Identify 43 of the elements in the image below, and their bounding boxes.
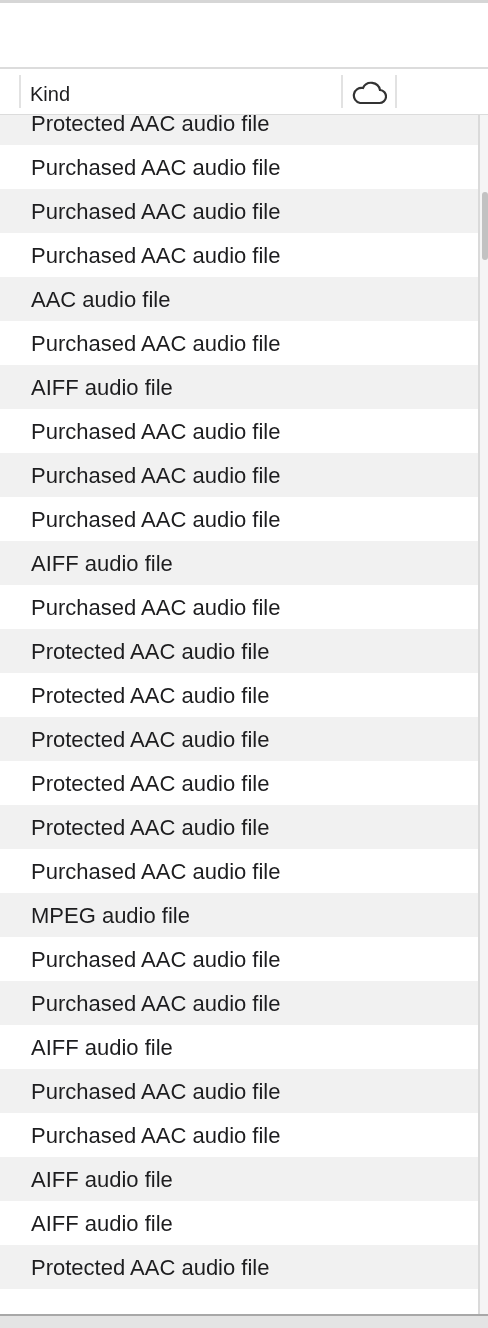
kind-cell-text: AIFF audio file — [31, 1033, 173, 1062]
kind-cell-text: Protected AAC audio file — [31, 769, 270, 798]
kind-cell-text: AIFF audio file — [31, 1165, 173, 1194]
kind-cell-text: Purchased AAC audio file — [31, 1121, 281, 1150]
table-row[interactable]: AIFF audio file — [0, 365, 478, 409]
table-row[interactable]: AIFF audio file — [0, 541, 478, 585]
kind-cell-text: Protected AAC audio file — [31, 681, 270, 710]
table-row[interactable]: Protected AAC audio file — [0, 115, 478, 145]
table-row[interactable]: Purchased AAC audio file — [0, 1069, 478, 1113]
table-row[interactable]: AAC audio file — [0, 277, 478, 321]
kind-cell-text: Protected AAC audio file — [31, 725, 270, 754]
kind-cell-text: Purchased AAC audio file — [31, 857, 281, 886]
kind-cell-text: AIFF audio file — [31, 373, 173, 402]
kind-cell-text: Protected AAC audio file — [31, 1253, 270, 1282]
table-row[interactable]: AIFF audio file — [0, 1157, 478, 1201]
table-row[interactable]: MPEG audio file — [0, 893, 478, 937]
table-row[interactable]: Protected AAC audio file — [0, 1245, 478, 1289]
table-row[interactable]: Protected AAC audio file — [0, 629, 478, 673]
kind-cell-text: Protected AAC audio file — [31, 637, 270, 666]
kind-cell-text: Purchased AAC audio file — [31, 241, 281, 270]
table-row[interactable]: Purchased AAC audio file — [0, 189, 478, 233]
kind-cell-text: Purchased AAC audio file — [31, 593, 281, 622]
table-row[interactable]: Protected AAC audio file — [0, 717, 478, 761]
kind-cell-text: AIFF audio file — [31, 549, 173, 578]
kind-cell-text: Purchased AAC audio file — [31, 505, 281, 534]
kind-cell-text: Purchased AAC audio file — [31, 329, 281, 358]
kind-cell-text: Purchased AAC audio file — [31, 989, 281, 1018]
kind-cell-text: AIFF audio file — [31, 1209, 173, 1238]
kind-cell-text: AAC audio file — [31, 285, 171, 314]
kind-cell-text: Protected AAC audio file — [31, 115, 270, 138]
kind-cell-text: Purchased AAC audio file — [31, 153, 281, 182]
column-header[interactable]: Kind — [21, 75, 343, 108]
kind-cell-text: Purchased AAC audio file — [31, 197, 281, 226]
kind-cell-text: Protected AAC audio file — [31, 813, 270, 842]
table-row[interactable]: Purchased AAC audio file — [0, 453, 478, 497]
scrollbar-thumb[interactable] — [482, 192, 488, 260]
table-row[interactable]: Protected AAC audio file — [0, 805, 478, 849]
kind-cell-text: MPEG audio file — [31, 901, 190, 930]
kind-cell-text: Purchased AAC audio file — [31, 945, 281, 974]
kind-cell-text: Purchased AAC audio file — [31, 417, 281, 446]
kind-cell-text: Purchased AAC audio file — [31, 461, 281, 490]
table-row[interactable]: Purchased AAC audio file — [0, 981, 478, 1025]
kind-cell-text: Purchased AAC audio file — [31, 1077, 281, 1106]
